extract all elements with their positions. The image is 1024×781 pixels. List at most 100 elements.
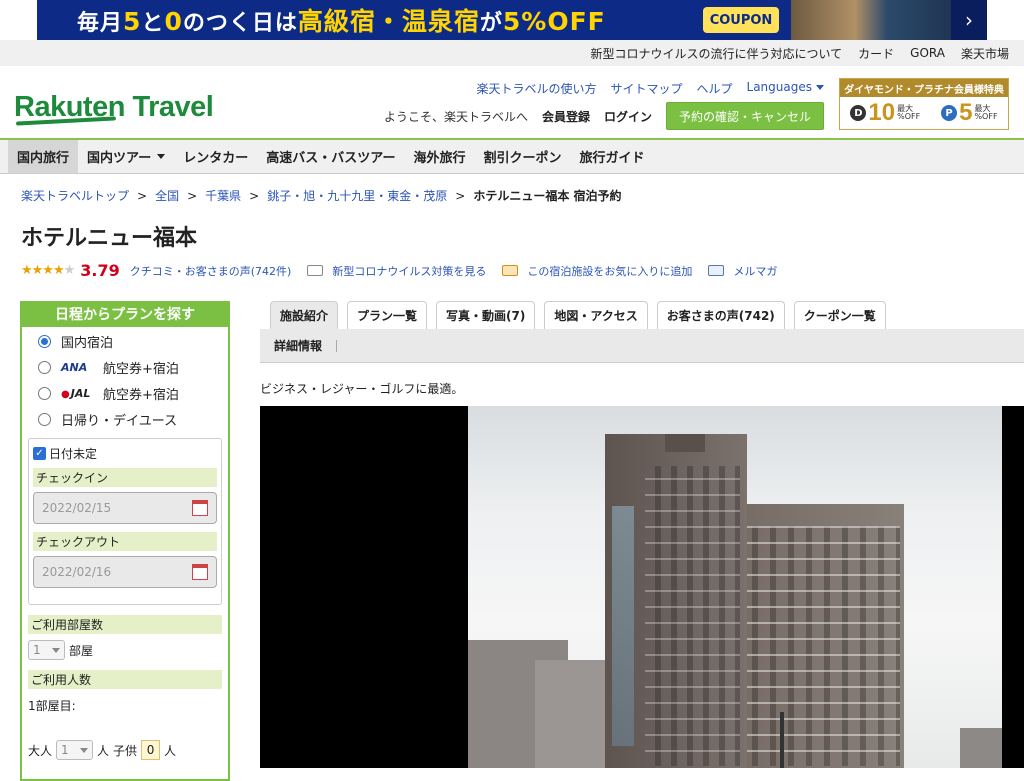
register-link[interactable]: 会員登録	[542, 108, 590, 125]
chevron-right-icon[interactable]: ›	[951, 0, 987, 40]
util-link-ichiba[interactable]: 楽天市場	[961, 45, 1009, 62]
nav-domestic[interactable]: 国内旅行	[8, 140, 79, 173]
nav-coupon[interactable]: 割引クーポン	[475, 140, 571, 173]
breadcrumb-prefecture[interactable]: 千葉県	[205, 187, 241, 204]
chevron-down-icon	[816, 85, 824, 90]
radio-button[interactable]	[38, 386, 51, 400]
room1-label: 1部屋目:	[28, 699, 76, 713]
subtab-details[interactable]: 詳細情報	[274, 337, 322, 354]
hotel-description: ビジネス・レジャー・ゴルフに最適。	[260, 382, 464, 396]
tab-map[interactable]: 地図・アクセス	[544, 301, 648, 329]
photo-windows	[740, 526, 900, 766]
breadcrumb-top[interactable]: 楽天トラベルトップ	[21, 187, 129, 204]
ana-logo: ANA	[61, 360, 88, 374]
top-banner-area: 毎月5と0のつく日は高級宿・温泉宿が5%OFF COUPON ›	[0, 0, 1024, 40]
link-help[interactable]: ヘルプ	[697, 80, 733, 97]
promo-diamond-unit: 最大 %OFF	[897, 104, 921, 121]
jal-logo: JAL	[61, 387, 97, 400]
chevron-down-icon	[52, 647, 60, 653]
mailmagazine-link[interactable]: メルマガ	[733, 263, 777, 279]
date-undecided-label: 日付未定	[49, 447, 98, 461]
promo-diamond-num: 10	[868, 99, 896, 126]
checkout-date-input[interactable]: 2022/02/16	[33, 556, 217, 588]
promo-platinum-unit: 最大 %OFF	[974, 104, 998, 121]
reservation-check-button[interactable]: 予約の確認・キャンセル	[665, 102, 824, 130]
link-howto[interactable]: 楽天トラベルの使い方	[476, 80, 596, 97]
tab-photos[interactable]: 写真・動画(7)	[436, 301, 536, 329]
banner-photo	[791, 0, 951, 40]
rooms-label: ご利用部屋数	[28, 615, 222, 634]
promo-banner[interactable]: 毎月5と0のつく日は高級宿・温泉宿が5%OFF COUPON ›	[37, 0, 987, 40]
radio-button[interactable]	[38, 412, 51, 426]
diamond-badge-icon: D	[850, 105, 867, 121]
tab-coupons[interactable]: クーポン一覧	[793, 301, 886, 329]
breadcrumb-all[interactable]: 全国	[155, 187, 179, 204]
radio-label-ana: ANA 航空券+宿泊	[61, 358, 179, 377]
radio-button[interactable]	[38, 360, 51, 374]
adult-label: 大人	[28, 743, 53, 758]
rooms-section: ご利用部屋数 1 部屋	[28, 615, 222, 660]
nav-domestic-tour-label: 国内ツアー	[87, 151, 152, 166]
breadcrumb-area[interactable]: 銚子・旭・九十九里・東金・茂原	[267, 187, 447, 204]
banner-coupon-badge: COUPON	[703, 7, 779, 33]
rooms-select[interactable]: 1	[28, 640, 65, 660]
header-links: 楽天トラベルの使い方 サイトマップ ヘルプ Languages	[476, 80, 824, 97]
nav-bus[interactable]: 高速バス・バスツアー	[257, 140, 404, 173]
covid-measures-link[interactable]: 新型コロナウイルス対策を見る	[332, 263, 486, 279]
chevron-down-icon	[80, 747, 89, 753]
child-label: 子供	[113, 743, 138, 758]
calendar-icon[interactable]	[192, 564, 208, 580]
breadcrumb-current: ホテルニュー福本 宿泊予約	[473, 189, 622, 203]
radio-domestic-stay[interactable]: 国内宿泊	[22, 328, 228, 354]
calendar-icon[interactable]	[192, 500, 208, 516]
tab-plans[interactable]: プラン一覧	[347, 301, 428, 329]
date-box: ✓ 日付未定 チェックイン 2022/02/15 チェックアウト 2022/02…	[28, 438, 222, 605]
radio-button-selected[interactable]	[38, 334, 51, 348]
radio-jal-package[interactable]: JAL 航空券+宿泊	[22, 380, 228, 406]
adult-select[interactable]: 1	[56, 740, 94, 760]
util-link-covid[interactable]: 新型コロナウイルスの流行に伴う対応について	[591, 45, 843, 62]
login-link[interactable]: ログイン	[604, 108, 652, 125]
search-panel-title: 日程からプランを探す	[20, 301, 230, 327]
favorite-folder-icon	[502, 265, 519, 276]
promo-platinum-num: 5	[959, 99, 973, 126]
reviews-link[interactable]: クチコミ・お客さまの声(742件)	[130, 263, 292, 279]
radio-label: 航空券+宿泊	[103, 387, 179, 403]
child-unit: 人	[164, 743, 177, 758]
date-search-panel: 日程からプランを探す 国内宿泊 ANA 航空券+宿泊 JAL 航空券+宿泊 日帰…	[20, 301, 230, 781]
member-promo-banner[interactable]: ダイヤモンド・プラチナ会員様特典 D 10 最大 %OFF P 5 最大 %OFF	[839, 78, 1009, 130]
checkbox-checked-icon[interactable]: ✓	[33, 447, 46, 460]
link-sitemap[interactable]: サイトマップ	[610, 80, 682, 97]
site-header: Rakuten Travel 楽天トラベルの使い方 サイトマップ ヘルプ Lan…	[0, 66, 1024, 140]
tab-reviews[interactable]: お客さまの声(742)	[656, 301, 785, 329]
photo-tower-top	[665, 434, 705, 452]
hotel-photo[interactable]	[260, 406, 1024, 768]
people-section: ご利用人数 1部屋目: 大人 1 人 子供 0 人	[28, 670, 222, 760]
hotel-tabs: 施設紹介 プラン一覧 写真・動画(7) 地図・アクセス お客さまの声(742) …	[260, 301, 1024, 329]
nav-rentacar[interactable]: レンタカー	[174, 140, 257, 173]
nav-domestic-tour[interactable]: 国内ツアー	[78, 140, 174, 173]
welcome-text: ようこそ、楽天トラベルへ	[383, 109, 528, 124]
child-count-input[interactable]: 0	[141, 740, 161, 760]
radio-dayuse[interactable]: 日帰り・デイユース	[22, 406, 228, 432]
languages-label: Languages	[746, 80, 812, 94]
tab-overview[interactable]: 施設紹介	[270, 301, 339, 329]
checkin-date-input[interactable]: 2022/02/15	[33, 492, 217, 524]
nav-overseas[interactable]: 海外旅行	[405, 140, 475, 173]
utility-bar: 新型コロナウイルスの流行に伴う対応について カード GORA 楽天市場	[0, 40, 1024, 66]
add-favorite-link[interactable]: この宿泊施設をお気に入りに追加	[527, 263, 692, 279]
promo-platinum: P 5 最大 %OFF	[941, 99, 998, 127]
nav-guide[interactable]: 旅行ガイド	[571, 140, 654, 173]
breadcrumb: 楽天トラベルトップ > 全国 > 千葉県 > 銚子・旭・九十九里・東金・茂原 >…	[21, 187, 622, 204]
photo-glass-column	[612, 506, 634, 746]
banner-text: 毎月5と0のつく日は高級宿・温泉宿が5%OFF	[77, 7, 606, 36]
date-undecided-checkbox-row[interactable]: ✓ 日付未定	[33, 445, 217, 462]
languages-dropdown[interactable]: Languages	[747, 80, 824, 97]
promo-body: D 10 最大 %OFF P 5 最大 %OFF	[840, 97, 1008, 129]
util-link-card[interactable]: カード	[858, 45, 894, 62]
promo-title: ダイヤモンド・プラチナ会員様特典	[840, 79, 1008, 97]
util-link-gora[interactable]: GORA	[910, 46, 945, 60]
header-account: ようこそ、楽天トラベルへ 会員登録 ログイン 予約の確認・キャンセル	[384, 102, 824, 130]
radio-label-jal: JAL 航空券+宿泊	[61, 384, 179, 403]
radio-ana-package[interactable]: ANA 航空券+宿泊	[22, 354, 228, 380]
